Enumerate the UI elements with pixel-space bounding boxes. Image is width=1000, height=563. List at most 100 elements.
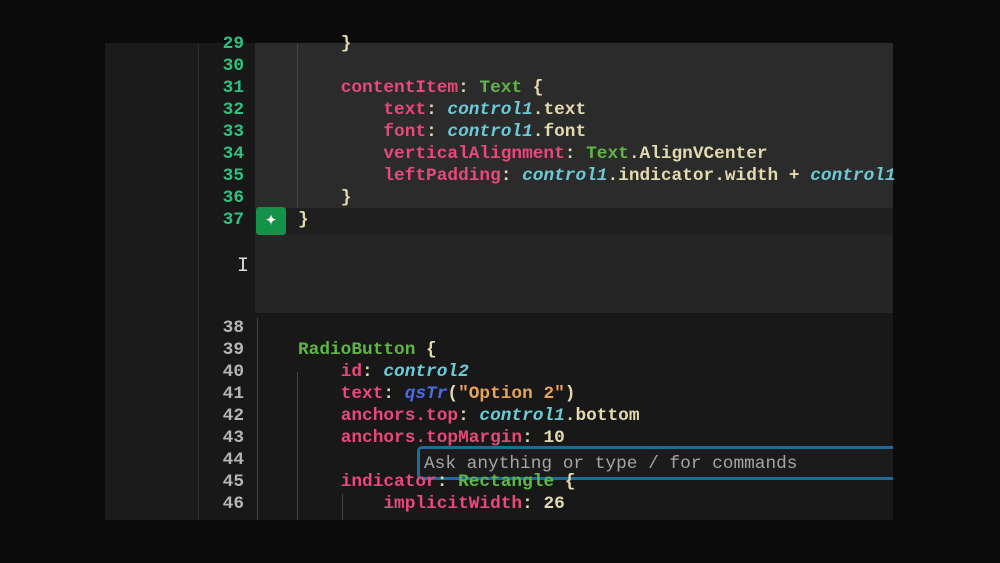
code-line[interactable]: font: control1.font — [298, 121, 586, 143]
line-number: 46 — [222, 494, 244, 514]
code-token: : — [426, 100, 448, 120]
code-line[interactable]: leftPadding: control1.indicator.width + … — [298, 165, 896, 187]
code-token: : — [522, 494, 544, 514]
code-token: text — [383, 100, 427, 120]
line-number: 32 — [222, 100, 244, 120]
code-token: qsTr — [404, 384, 448, 404]
code-token: anchors.topMargin — [340, 428, 523, 448]
line-number: 42 — [222, 406, 244, 426]
code-token: 10 — [543, 428, 565, 448]
code-line[interactable]: implicitWidth: 26 — [298, 493, 565, 515]
code-token: .text — [532, 100, 587, 120]
code-line[interactable]: anchors.topMargin: 10 — [298, 427, 565, 449]
code-token: Text — [479, 78, 523, 98]
text-cursor-icon: I — [237, 255, 250, 278]
code-token: { — [554, 472, 576, 492]
code-token: : — [458, 78, 480, 98]
code-token: : — [362, 362, 384, 382]
line-number: 34 — [222, 144, 244, 164]
code-line[interactable]: id: control2 — [298, 361, 469, 383]
code-token: contentItem — [340, 78, 459, 98]
code-token: .indicator.width + — [607, 166, 811, 186]
line-number: 31 — [222, 78, 244, 98]
code-line[interactable]: verticalAlignment: Text.AlignVCenter — [298, 143, 768, 165]
code-token: : — [522, 428, 544, 448]
line-number: 40 — [222, 362, 244, 382]
code-token: .AlignVCenter — [628, 144, 768, 164]
code-token: control1 — [447, 122, 533, 142]
code-token: control1 — [479, 406, 565, 426]
gutter-divider — [257, 318, 258, 520]
code-line[interactable]: text: qsTr("Option 2") — [298, 383, 576, 405]
inline-chat-panel — [255, 235, 893, 480]
code-token: verticalAlignment — [383, 144, 565, 164]
code-token: } — [340, 188, 352, 208]
code-token: ) — [564, 384, 576, 404]
code-token: : — [564, 144, 587, 164]
code-token: 26 — [543, 494, 565, 514]
code-token: indicator — [340, 472, 437, 492]
current-line-highlight — [255, 208, 893, 235]
code-line[interactable]: RadioButton { — [298, 339, 437, 361]
line-number: 30 — [222, 56, 244, 76]
code-token: Rectangle — [458, 472, 555, 492]
code-token: : — [458, 406, 480, 426]
code-token: control1 — [810, 166, 896, 186]
code-token: text — [340, 384, 384, 404]
code-token: : — [500, 166, 523, 186]
code-line[interactable]: indicator: Rectangle { — [298, 471, 576, 493]
code-line[interactable]: } — [298, 33, 352, 55]
code-token: : — [383, 384, 405, 404]
code-token: { — [415, 340, 437, 360]
code-token: RadioButton — [298, 340, 416, 360]
line-number: 43 — [222, 428, 244, 448]
code-token: .bottom — [564, 406, 640, 426]
code-token: } — [340, 34, 352, 54]
code-token: : — [436, 472, 459, 492]
line-number: 37 — [222, 210, 244, 230]
line-number: 41 — [222, 384, 244, 404]
code-token: : — [426, 122, 448, 142]
side-panel — [105, 43, 199, 520]
line-number: 44 — [222, 450, 244, 470]
line-number: 39 — [222, 340, 244, 360]
line-number: 45 — [222, 472, 244, 492]
code-token: control1 — [447, 100, 533, 120]
code-token: ( — [447, 384, 459, 404]
line-number: 33 — [222, 122, 244, 142]
code-token: font — [383, 122, 427, 142]
code-line[interactable]: } — [298, 209, 309, 231]
code-line[interactable]: text: control1.text — [298, 99, 586, 121]
code-token: implicitWidth — [383, 494, 523, 514]
code-line[interactable]: anchors.top: control1.bottom — [298, 405, 640, 427]
code-token: control2 — [383, 362, 469, 382]
code-token: leftPadding — [383, 166, 501, 186]
code-token: anchors.top — [340, 406, 459, 426]
line-number: 36 — [222, 188, 244, 208]
line-number: 38 — [222, 318, 244, 338]
code-token: id — [340, 362, 363, 382]
line-number: 35 — [222, 166, 244, 186]
code-token: } — [298, 210, 309, 230]
code-token: control1 — [522, 166, 608, 186]
code-line[interactable]: } — [298, 187, 352, 209]
sparkle-icon[interactable]: ✦ — [256, 207, 286, 235]
code-token: Text — [586, 144, 629, 164]
code-line[interactable]: contentItem: Text { — [298, 77, 544, 99]
code-token: { — [522, 78, 544, 98]
code-token: .font — [532, 122, 587, 142]
line-number: 29 — [222, 34, 244, 54]
